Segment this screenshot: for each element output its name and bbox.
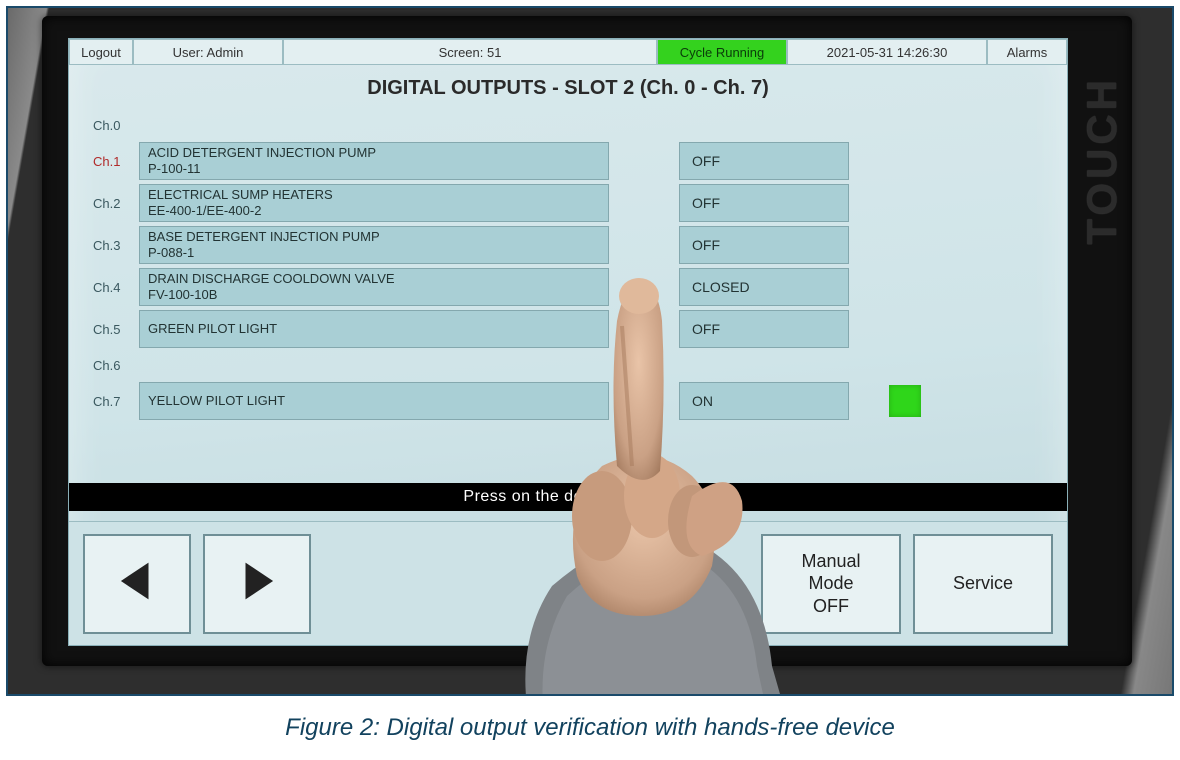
channel-row: Ch.0	[89, 112, 1047, 138]
channel-id-label: Ch.7	[89, 382, 139, 420]
figure-caption: Figure 2: Digital output verification wi…	[6, 714, 1174, 742]
channel-id-label: Ch.3	[89, 226, 139, 264]
channel-description[interactable]: ELECTRICAL SUMP HEATERSEE-400-1/EE-400-2	[139, 184, 609, 222]
channel-row: Ch.5 GREEN PILOT LIGHT OFF	[89, 310, 1047, 348]
channel-row: Ch.2ELECTRICAL SUMP HEATERSEE-400-1/EE-4…	[89, 184, 1047, 222]
channel-id-label: Ch.5	[89, 310, 139, 348]
channel-desc-line2: FV-100-10B	[148, 287, 600, 303]
logout-button[interactable]: Logout	[69, 39, 133, 65]
channel-desc-line1: GREEN PILOT LIGHT	[148, 321, 600, 337]
service-button[interactable]: Service	[913, 534, 1053, 634]
hmi-bezel: TOUCH Logout User: Admin Screen: 51 Cycl…	[42, 16, 1132, 666]
channel-state[interactable]: CLOSED	[679, 268, 849, 306]
channel-id-label: Ch.6	[89, 352, 139, 378]
channel-state[interactable]: OFF	[679, 142, 849, 180]
user-label: User: Admin	[133, 39, 283, 65]
prev-page-button[interactable]	[83, 534, 191, 634]
channel-desc-line1: DRAIN DISCHARGE COOLDOWN VALVE	[148, 271, 600, 287]
channel-desc-line2: P-088-1	[148, 245, 600, 261]
page-title: DIGITAL OUTPUTS - SLOT 2 (Ch. 0 - Ch. 7)	[69, 77, 1067, 100]
channel-id-label: Ch.2	[89, 184, 139, 222]
arrow-right-icon	[234, 558, 280, 609]
channel-description[interactable]: YELLOW PILOT LIGHT	[139, 382, 609, 420]
channel-state[interactable]: OFF	[679, 226, 849, 264]
hmi-screen: Logout User: Admin Screen: 51 Cycle Runn…	[68, 38, 1068, 646]
channel-desc-line1: ELECTRICAL SUMP HEATERS	[148, 187, 600, 203]
channel-description[interactable]: GREEN PILOT LIGHT	[139, 310, 609, 348]
bezel-brand: TOUCH	[1078, 76, 1126, 245]
alarms-button[interactable]: Alarms	[987, 39, 1067, 65]
channel-desc-line2: EE-400-1/EE-400-2	[148, 203, 600, 219]
channel-desc-line1: BASE DETERGENT INJECTION PUMP	[148, 229, 600, 245]
channel-desc-line1: ACID DETERGENT INJECTION PUMP	[148, 145, 600, 161]
channel-desc-line2: P-100-11	[148, 161, 600, 177]
channel-description[interactable]: ACID DETERGENT INJECTION PUMPP-100-11	[139, 142, 609, 180]
channel-state[interactable]: OFF	[679, 184, 849, 222]
channel-state[interactable]: OFF	[679, 310, 849, 348]
channel-id-label: Ch.1	[89, 142, 139, 180]
channel-id-label: Ch.0	[89, 112, 139, 138]
bottom-bar: Manual Mode OFF Service	[69, 521, 1067, 645]
channel-row: Ch.7 YELLOW PILOT LIGHT ON	[89, 382, 1047, 420]
top-bar: Logout User: Admin Screen: 51 Cycle Runn…	[69, 39, 1067, 65]
channel-list: Ch.0Ch.1ACID DETERGENT INJECTION PUMPP-1…	[69, 112, 1067, 420]
channel-on-indicator	[889, 385, 921, 417]
channel-row: Ch.3BASE DETERGENT INJECTION PUMPP-088-1…	[89, 226, 1047, 264]
cycle-status-badge: Cycle Running	[657, 39, 787, 65]
screen-number: Screen: 51	[283, 39, 657, 65]
channel-desc-line1: YELLOW PILOT LIGHT	[148, 393, 600, 409]
channel-id-label: Ch.4	[89, 268, 139, 306]
instruction-strip: Press on the desired output	[69, 483, 1067, 511]
datetime-label: 2021-05-31 14:26:30	[787, 39, 987, 65]
channel-description[interactable]: BASE DETERGENT INJECTION PUMPP-088-1	[139, 226, 609, 264]
channel-row: Ch.1ACID DETERGENT INJECTION PUMPP-100-1…	[89, 142, 1047, 180]
channel-description[interactable]: DRAIN DISCHARGE COOLDOWN VALVEFV-100-10B	[139, 268, 609, 306]
channel-state[interactable]: ON	[679, 382, 849, 420]
hmi-photo: TOUCH Logout User: Admin Screen: 51 Cycl…	[6, 6, 1174, 696]
channel-row: Ch.6	[89, 352, 1047, 378]
next-page-button[interactable]	[203, 534, 311, 634]
manual-mode-button[interactable]: Manual Mode OFF	[761, 534, 901, 634]
channel-row: Ch.4DRAIN DISCHARGE COOLDOWN VALVEFV-100…	[89, 268, 1047, 306]
arrow-left-icon	[114, 558, 160, 609]
